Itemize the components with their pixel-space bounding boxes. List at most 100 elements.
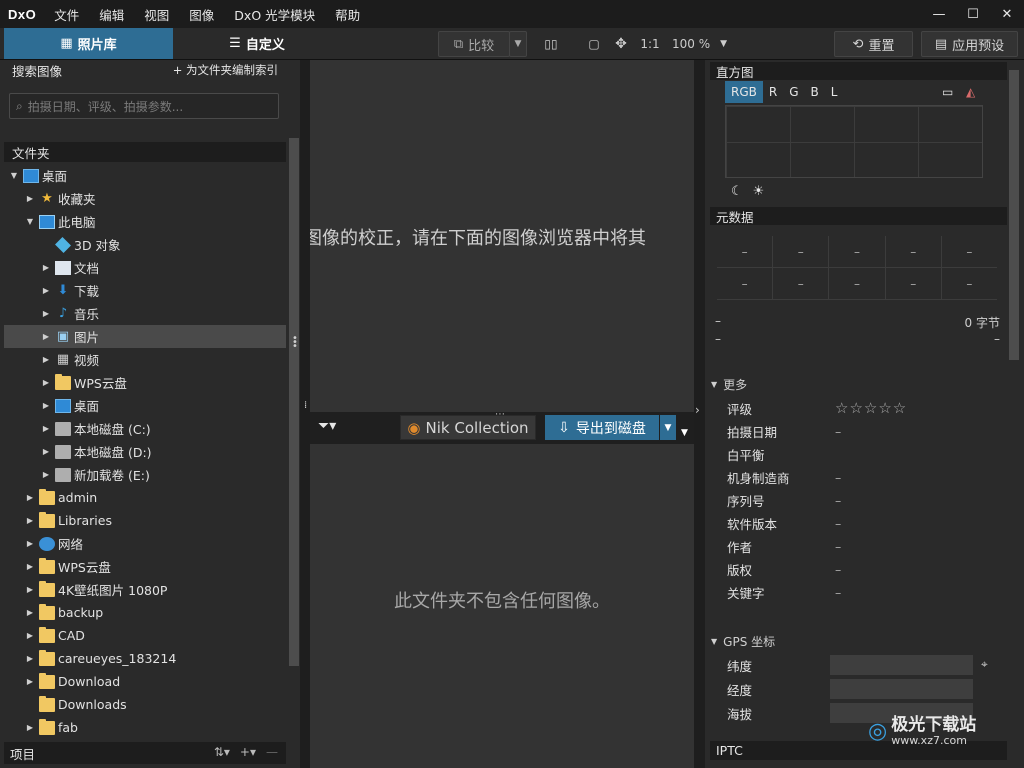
gps-section-toggle[interactable]: ▼ GPS 坐标 <box>711 633 775 650</box>
zoom-1to1-button[interactable]: 1:1 <box>636 31 664 57</box>
sun-icon[interactable]: ☀ <box>753 184 765 199</box>
index-folder-link[interactable]: + 为文件夹编制索引 <box>173 62 278 78</box>
folder-tree-item[interactable]: ▼ 桌面 <box>4 164 286 187</box>
tab-g[interactable]: G <box>783 81 804 103</box>
folder-tree-scrollbar[interactable] <box>289 138 299 666</box>
expand-arrow-icon[interactable]: ▶ <box>40 401 52 410</box>
center-splitter-grip[interactable]: ⁞ <box>304 401 307 411</box>
gamut-icon[interactable]: ◭ <box>966 85 975 99</box>
minimize-icon[interactable]: — <box>922 0 956 28</box>
folder-tree-item[interactable]: ▶ 4K壁纸图片 1080P <box>4 578 286 601</box>
search-input[interactable]: ⌕ 拍摄日期、评级、拍摄参数... <box>9 93 279 119</box>
menu-help[interactable]: 帮助 <box>325 5 370 24</box>
apply-preset-button[interactable]: ▤ 应用预设 <box>921 31 1018 57</box>
tab-rgb[interactable]: RGB <box>725 81 763 103</box>
folder-tree-item[interactable]: ▶ admin <box>4 486 286 509</box>
folder-tree-item[interactable]: ▶ WPS云盘 <box>4 371 286 394</box>
expand-arrow-icon[interactable]: ▶ <box>40 286 52 295</box>
gps-latitude-field[interactable] <box>830 655 973 675</box>
export-to-disk-button[interactable]: ⇩ 导出到磁盘 <box>545 415 659 440</box>
expand-arrow-icon[interactable]: ▶ <box>24 608 36 617</box>
nik-collection-button[interactable]: ◉ Nik Collection <box>400 415 536 440</box>
more-section-toggle[interactable]: ▼ 更多 <box>711 376 747 393</box>
tab-l[interactable]: L <box>825 81 844 103</box>
tab-b[interactable]: B <box>805 81 825 103</box>
moon-icon[interactable]: ☾ <box>731 184 743 199</box>
expand-arrow-icon[interactable]: ▶ <box>40 470 52 479</box>
left-splitter-grip[interactable]: • • • <box>292 334 298 352</box>
crop-frame-icon[interactable]: ▢ <box>582 31 606 57</box>
folder-tree-item[interactable]: ▶ fab <box>4 716 286 739</box>
export-dropdown[interactable]: ▼ <box>660 415 676 440</box>
folder-tree-item[interactable]: ▶ Download <box>4 670 286 693</box>
folder-tree-item[interactable]: ▶ WPS云盘 <box>4 555 286 578</box>
tab-customize[interactable]: ☰ 自定义 <box>173 28 341 59</box>
expanded-arrow-icon[interactable]: ▼ <box>24 217 36 226</box>
expand-arrow-icon[interactable]: ▶ <box>24 723 36 732</box>
folder-tree-item[interactable]: ▶ 文档 <box>4 256 286 279</box>
expand-arrow-icon[interactable]: ▶ <box>40 263 52 272</box>
folder-tree-item[interactable]: ▶ careueyes_183214 <box>4 647 286 670</box>
expand-arrow-icon[interactable]: ▶ <box>40 424 52 433</box>
right-panel-scrollbar[interactable] <box>1009 70 1019 360</box>
add-project-button[interactable]: +▾ <box>240 745 256 759</box>
menu-file[interactable]: 文件 <box>44 5 89 24</box>
expand-arrow-icon[interactable]: ▶ <box>40 447 52 456</box>
folder-tree-item[interactable]: ▶ Libraries <box>4 509 286 532</box>
map-pin-icon[interactable]: ⌖ <box>981 657 988 672</box>
folder-tree-item[interactable]: ▼ 此电脑 <box>4 210 286 233</box>
tab-photo-library[interactable]: ▦ 照片库 <box>4 28 173 59</box>
gps-longitude-field[interactable] <box>830 679 973 699</box>
folder-tree-item[interactable]: ▶ 本地磁盘 (D:) <box>4 440 286 463</box>
compare-button[interactable]: ⧉ 比较 <box>438 31 510 57</box>
expand-arrow-icon[interactable]: ▶ <box>24 654 36 663</box>
folder-tree-item[interactable]: ▶ ▣ 图片 <box>4 325 286 348</box>
expand-arrow-icon[interactable]: ▶ <box>24 631 36 640</box>
left-panel: 搜索图像 + 为文件夹编制索引 ⌕ 拍摄日期、评级、拍摄参数... 文件夹 ▼ 桌… <box>0 60 300 768</box>
expand-arrow-icon[interactable]: ▶ <box>24 194 36 203</box>
expand-icon[interactable]: ▼ <box>681 428 688 438</box>
rating-stars[interactable]: ☆☆☆☆☆ <box>835 399 907 417</box>
maximize-icon[interactable]: ☐ <box>956 0 990 28</box>
expand-arrow-icon[interactable]: ▶ <box>24 677 36 686</box>
expand-arrow-icon[interactable]: ▶ <box>40 378 52 387</box>
folder-tree-item[interactable]: ▶ ★ 收藏夹 <box>4 187 286 210</box>
folder-tree-item[interactable]: ▶ 桌面 <box>4 394 286 417</box>
expand-arrow-icon[interactable]: ▶ <box>24 493 36 502</box>
folder-tree-item[interactable]: 3D 对象 <box>4 233 286 256</box>
expand-arrow-icon[interactable]: ▶ <box>40 309 52 318</box>
sort-icon[interactable]: ⇅▾ <box>214 745 230 759</box>
expand-arrow-icon[interactable]: ▶ <box>40 332 52 341</box>
menu-optics-modules[interactable]: DxO 光学模块 <box>224 5 325 24</box>
expand-arrow-icon[interactable]: ▶ <box>24 585 36 594</box>
expand-arrow-icon[interactable]: ▶ <box>24 539 36 548</box>
menu-image[interactable]: 图像 <box>179 5 224 24</box>
folder-tree-item[interactable]: ▶ ♪ 音乐 <box>4 302 286 325</box>
remove-project-button[interactable]: — <box>266 745 278 759</box>
compare-dropdown[interactable]: ▼ <box>509 31 527 57</box>
folder-tree-item[interactable]: ▶ 新加载卷 (E:) <box>4 463 286 486</box>
menu-edit[interactable]: 编辑 <box>89 5 134 24</box>
filter-icon[interactable]: ⏷▾ <box>318 418 336 434</box>
expand-arrow-icon[interactable]: ▶ <box>24 562 36 571</box>
folder-tree-item-label: backup <box>58 605 104 620</box>
menu-view[interactable]: 视图 <box>134 5 179 24</box>
tab-r[interactable]: R <box>763 81 783 103</box>
folder-tree-item[interactable]: ▶ 网络 <box>4 532 286 555</box>
expand-arrow-icon[interactable]: ▶ <box>40 355 52 364</box>
folder-tree-item[interactable]: ▶ backup <box>4 601 286 624</box>
folder-tree-item[interactable]: ▶ CAD <box>4 624 286 647</box>
collapse-right-arrow[interactable]: › <box>695 403 700 417</box>
expand-arrow-icon[interactable]: ▶ <box>24 516 36 525</box>
zoom-level-select[interactable]: 100 % ▼ <box>672 31 736 57</box>
reset-button[interactable]: ⟲ 重置 <box>834 31 913 57</box>
folder-tree-item[interactable]: ▶ 本地磁盘 (C:) <box>4 417 286 440</box>
move-icon[interactable]: ✥ <box>610 31 632 57</box>
close-icon[interactable]: ✕ <box>990 0 1024 28</box>
folder-tree-item[interactable]: Downloads <box>4 693 286 716</box>
expanded-arrow-icon[interactable]: ▼ <box>8 171 20 180</box>
folder-tree-item[interactable]: ▶ ▦ 视频 <box>4 348 286 371</box>
monitor-icon[interactable]: ▭ <box>942 85 953 99</box>
folder-tree-item[interactable]: ▶ ⬇ 下载 <box>4 279 286 302</box>
split-view-icon[interactable]: ▯▯ <box>538 31 564 57</box>
